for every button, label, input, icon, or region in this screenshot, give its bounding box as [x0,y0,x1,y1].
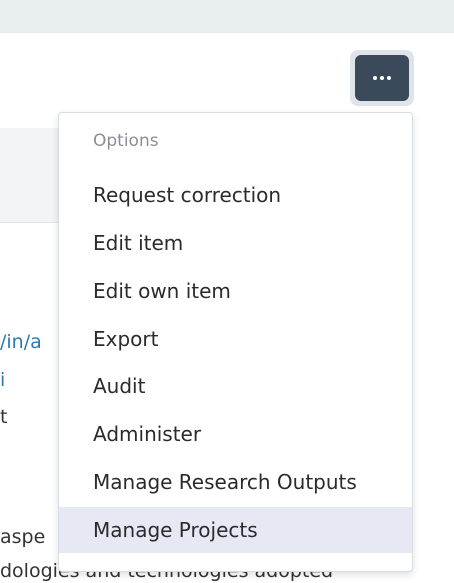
menu-header: Options [93,131,159,151]
menu-item-request-correction[interactable]: Request correction [59,172,412,218]
background-text: aspe [0,526,46,548]
menu-item-audit[interactable]: Audit [59,363,412,409]
more-options-button[interactable] [350,50,414,106]
background-text: t [0,406,8,428]
background-link[interactable]: /in/a [0,331,42,353]
background-link[interactable]: i [0,369,5,391]
menu-item-edit-own-item[interactable]: Edit own item [59,268,412,314]
menu-item-administer[interactable]: Administer [59,411,412,457]
menu-item-manage-research-outputs[interactable]: Manage Research Outputs [59,459,412,505]
menu-item-edit-item[interactable]: Edit item [59,220,412,266]
options-dropdown-menu: Options Request correction Edit item Edi… [58,112,413,572]
menu-item-export[interactable]: Export [59,316,412,362]
menu-item-manage-projects[interactable]: Manage Projects [59,507,412,553]
more-options-button-face[interactable] [355,55,409,101]
top-toolbar-strip [0,0,454,33]
ellipsis-icon [373,76,391,80]
